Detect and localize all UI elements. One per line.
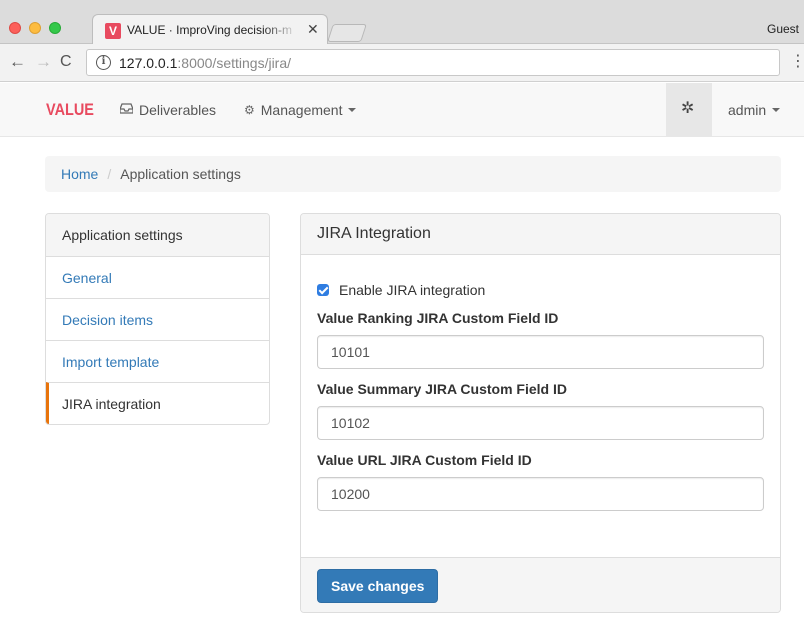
panel-footer: Save changes xyxy=(301,557,780,612)
settings-nav-item-jira-integration[interactable]: JIRA integration xyxy=(46,382,269,424)
url-path: :8000/settings/jira/ xyxy=(177,55,292,71)
jira-integration-panel: JIRA Integration Enable JIRA integration… xyxy=(300,213,781,613)
summary-field-label: Value Summary JIRA Custom Field ID xyxy=(317,381,567,397)
enable-jira-row[interactable]: Enable JIRA integration xyxy=(317,280,764,300)
browser-tab-bar: V VALUE · ImproVing decision-m ✕ Guest xyxy=(0,0,804,45)
reload-icon[interactable]: C xyxy=(60,52,72,72)
settings-nav-list: Application settings General Decision it… xyxy=(45,213,270,425)
browser-menu-icon[interactable]: ⋮ xyxy=(790,54,804,70)
breadcrumb: Home / Application settings xyxy=(45,156,781,192)
forward-arrow-icon[interactable]: → xyxy=(35,52,52,72)
cogs-icon: ⚙ xyxy=(244,103,255,117)
panel-body: Enable JIRA integration Value Ranking JI… xyxy=(301,255,780,511)
chevron-down-icon xyxy=(348,108,357,112)
breadcrumb-current: Application settings xyxy=(120,166,241,182)
nav-deliverables-label: Deliverables xyxy=(139,102,217,118)
summary-field-input[interactable] xyxy=(317,406,764,440)
url-field-input[interactable] xyxy=(317,477,764,511)
user-label: admin xyxy=(728,102,767,118)
back-arrow-icon[interactable]: ← xyxy=(9,52,26,72)
settings-nav-header: Application settings xyxy=(46,214,269,256)
settings-nav-item-import-template[interactable]: Import template xyxy=(46,340,269,382)
breadcrumb-separator: / xyxy=(107,166,112,182)
settings-nav-item-decision-items[interactable]: Decision items xyxy=(46,298,269,340)
gear-icon: ✲ xyxy=(681,100,695,117)
app-navbar: VALUE Deliverables ⚙ Management ✲ admin xyxy=(0,83,804,137)
ranking-field-input[interactable] xyxy=(317,335,764,369)
nav-management-label: Management xyxy=(260,102,343,118)
close-tab-icon[interactable]: ✕ xyxy=(307,21,319,38)
new-tab-button[interactable] xyxy=(327,24,367,42)
save-changes-button[interactable]: Save changes xyxy=(317,569,439,603)
browser-tab[interactable]: V VALUE · ImproVing decision-m ✕ xyxy=(92,14,328,45)
settings-button[interactable]: ✲ xyxy=(666,83,712,136)
url-host: 127.0.0.1 xyxy=(119,55,178,71)
minimize-window-button[interactable] xyxy=(29,22,41,34)
browser-toolbar: ← → C i 127.0.0.1:8000/settings/jira/ ⋮ xyxy=(0,44,804,82)
close-window-button[interactable] xyxy=(9,22,21,34)
favicon-icon: V xyxy=(105,23,121,39)
maximize-window-button[interactable] xyxy=(49,22,61,34)
info-icon[interactable]: i xyxy=(96,55,111,70)
inbox-icon xyxy=(119,103,134,117)
profile-label[interactable]: Guest xyxy=(767,22,799,36)
nav-management-dropdown[interactable]: ⚙ Management xyxy=(244,102,357,118)
enable-jira-label: Enable JIRA integration xyxy=(339,282,486,298)
brand-logo[interactable]: VALUE xyxy=(46,100,94,120)
url-field-label: Value URL JIRA Custom Field ID xyxy=(317,452,532,468)
enable-jira-checkbox[interactable] xyxy=(317,284,329,296)
panel-title: JIRA Integration xyxy=(301,214,780,255)
tab-title-fade xyxy=(263,19,307,41)
breadcrumb-home-link[interactable]: Home xyxy=(61,166,98,182)
user-menu-dropdown[interactable]: admin xyxy=(728,102,781,118)
nav-deliverables[interactable]: Deliverables xyxy=(119,102,217,118)
address-bar[interactable]: i 127.0.0.1:8000/settings/jira/ xyxy=(86,49,780,76)
url-text: 127.0.0.1:8000/settings/jira/ xyxy=(119,55,291,71)
settings-nav-item-general[interactable]: General xyxy=(46,256,269,298)
ranking-field-label: Value Ranking JIRA Custom Field ID xyxy=(317,310,559,326)
chevron-down-icon xyxy=(772,108,781,112)
